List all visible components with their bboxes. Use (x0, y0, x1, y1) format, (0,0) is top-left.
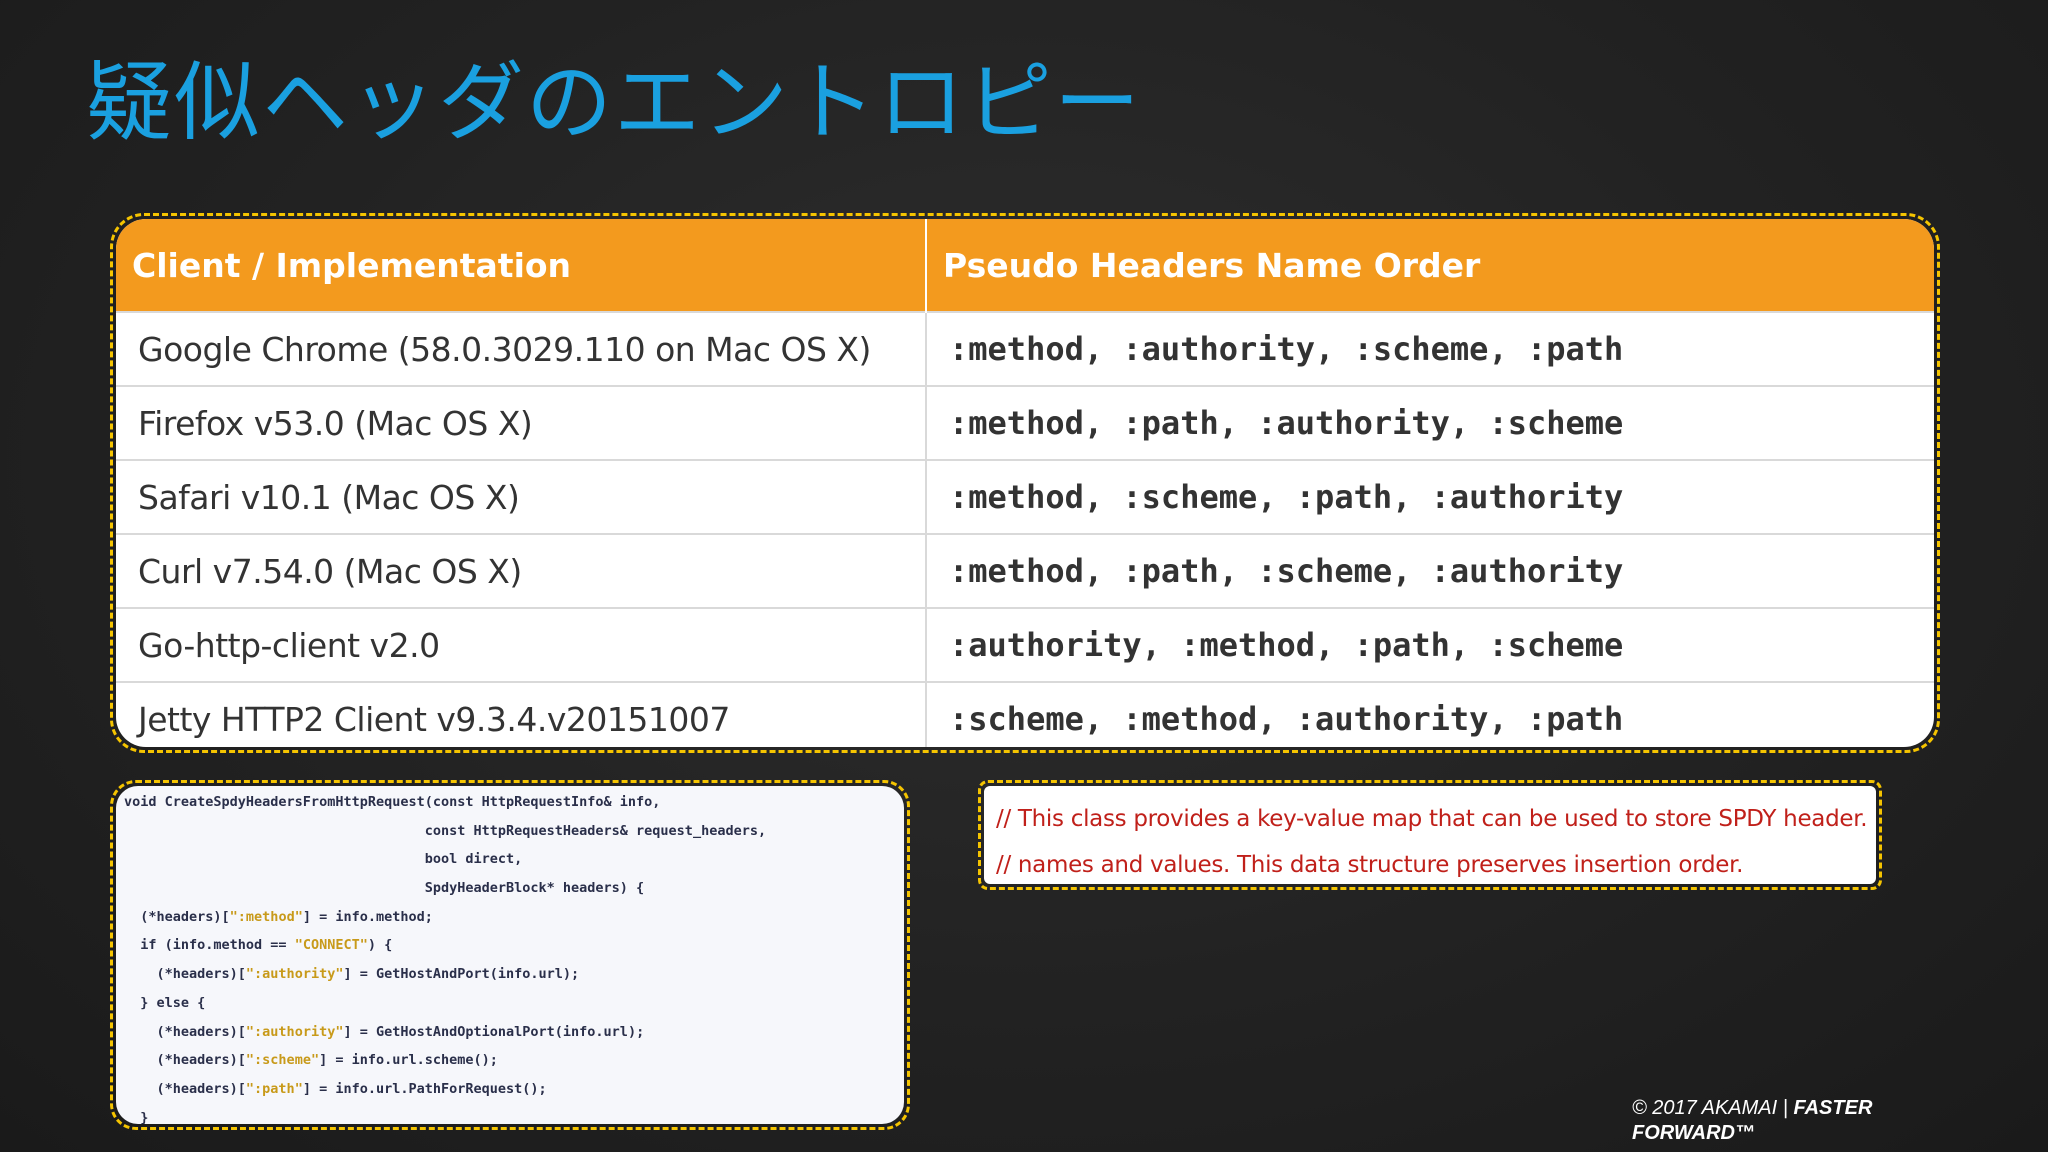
client-cell: Curl v7.54.0 (Mac OS X) (116, 533, 927, 608)
code-line: const HttpRequestHeaders& request_header… (124, 822, 767, 839)
client-cell: Google Chrome (58.0.3029.110 on Mac OS X… (116, 311, 927, 386)
code-line: } else { (124, 994, 206, 1011)
code-snippet-body: void CreateSpdyHeadersFromHttpRequest(co… (116, 786, 904, 1124)
table-row: Safari v10.1 (Mac OS X) :method, :scheme… (116, 459, 1934, 534)
source-comment-box: // This class provides a key-value map t… (978, 780, 1882, 890)
table-row: Jetty HTTP2 Client v9.3.4.v20151007 :sch… (116, 681, 1934, 747)
code-lines: void CreateSpdyHeadersFromHttpRequest(co… (124, 788, 766, 1124)
tagline-faster: FASTER (1793, 1097, 1873, 1119)
column-header-client: Client / Implementation (116, 219, 927, 312)
order-cell: :scheme, :method, :authority, :path (926, 681, 1934, 747)
order-cell: :method, :path, :scheme, :authority (926, 533, 1934, 608)
table-row: Google Chrome (58.0.3029.110 on Mac OS X… (116, 311, 1934, 386)
table-body-container: Client / Implementation Pseudo Headers N… (116, 219, 1934, 747)
code-line: SpdyHeaderBlock* headers) { (124, 880, 645, 897)
copyright-footer: © 2017 AKAMAI | FASTER FORWARD™ (1632, 1096, 1962, 1146)
order-cell: :authority, :method, :path, :scheme (926, 607, 1934, 682)
code-line: (*headers)[":method"] = info.method; (124, 908, 433, 925)
code-line: bool direct, (124, 851, 523, 868)
copyright-text: © 2017 AKAMAI | (1632, 1097, 1794, 1119)
comment-line: // This class provides a key-value map t… (996, 806, 1868, 832)
order-cell: :method, :authority, :scheme, :path (926, 311, 1934, 386)
tagline-forward: FORWARD™ (1632, 1122, 1755, 1144)
client-cell: Go-http-client v2.0 (116, 607, 927, 682)
pseudo-header-order-table: Client / Implementation Pseudo Headers N… (110, 213, 1940, 753)
source-comment-body: // This class provides a key-value map t… (984, 786, 1876, 884)
table-row: Firefox v53.0 (Mac OS X) :method, :path,… (116, 385, 1934, 460)
code-line: (*headers)[":authority"] = GetHostAndPor… (124, 966, 580, 983)
code-line: (*headers)[":path"] = info.url.PathForRe… (124, 1080, 547, 1097)
code-line: if (info.method == "CONNECT") { (124, 937, 393, 954)
chromium-code-snippet: void CreateSpdyHeadersFromHttpRequest(co… (110, 780, 910, 1130)
column-header-order: Pseudo Headers Name Order (926, 219, 1934, 312)
slide-title: 疑似ヘッダのエントロピー (86, 53, 1142, 153)
code-line: (*headers)[":scheme"] = info.url.scheme(… (124, 1052, 498, 1069)
comment-line: // names and values. This data structure… (996, 852, 1744, 878)
client-cell: Jetty HTTP2 Client v9.3.4.v20151007 (116, 681, 927, 747)
client-order-table: Client / Implementation Pseudo Headers N… (116, 219, 1934, 747)
client-cell: Firefox v53.0 (Mac OS X) (116, 385, 927, 460)
table-row: Curl v7.54.0 (Mac OS X) :method, :path, … (116, 533, 1934, 608)
code-line: void CreateSpdyHeadersFromHttpRequest(co… (124, 794, 661, 810)
table-row: Go-http-client v2.0 :authority, :method,… (116, 607, 1934, 682)
table-header-row: Client / Implementation Pseudo Headers N… (116, 219, 1934, 312)
order-cell: :method, :path, :authority, :scheme (926, 385, 1934, 460)
client-cell: Safari v10.1 (Mac OS X) (116, 459, 927, 534)
code-line: (*headers)[":authority"] = GetHostAndOpt… (124, 1023, 645, 1040)
order-cell: :method, :scheme, :path, :authority (926, 459, 1934, 534)
code-line: } (124, 1109, 149, 1124)
